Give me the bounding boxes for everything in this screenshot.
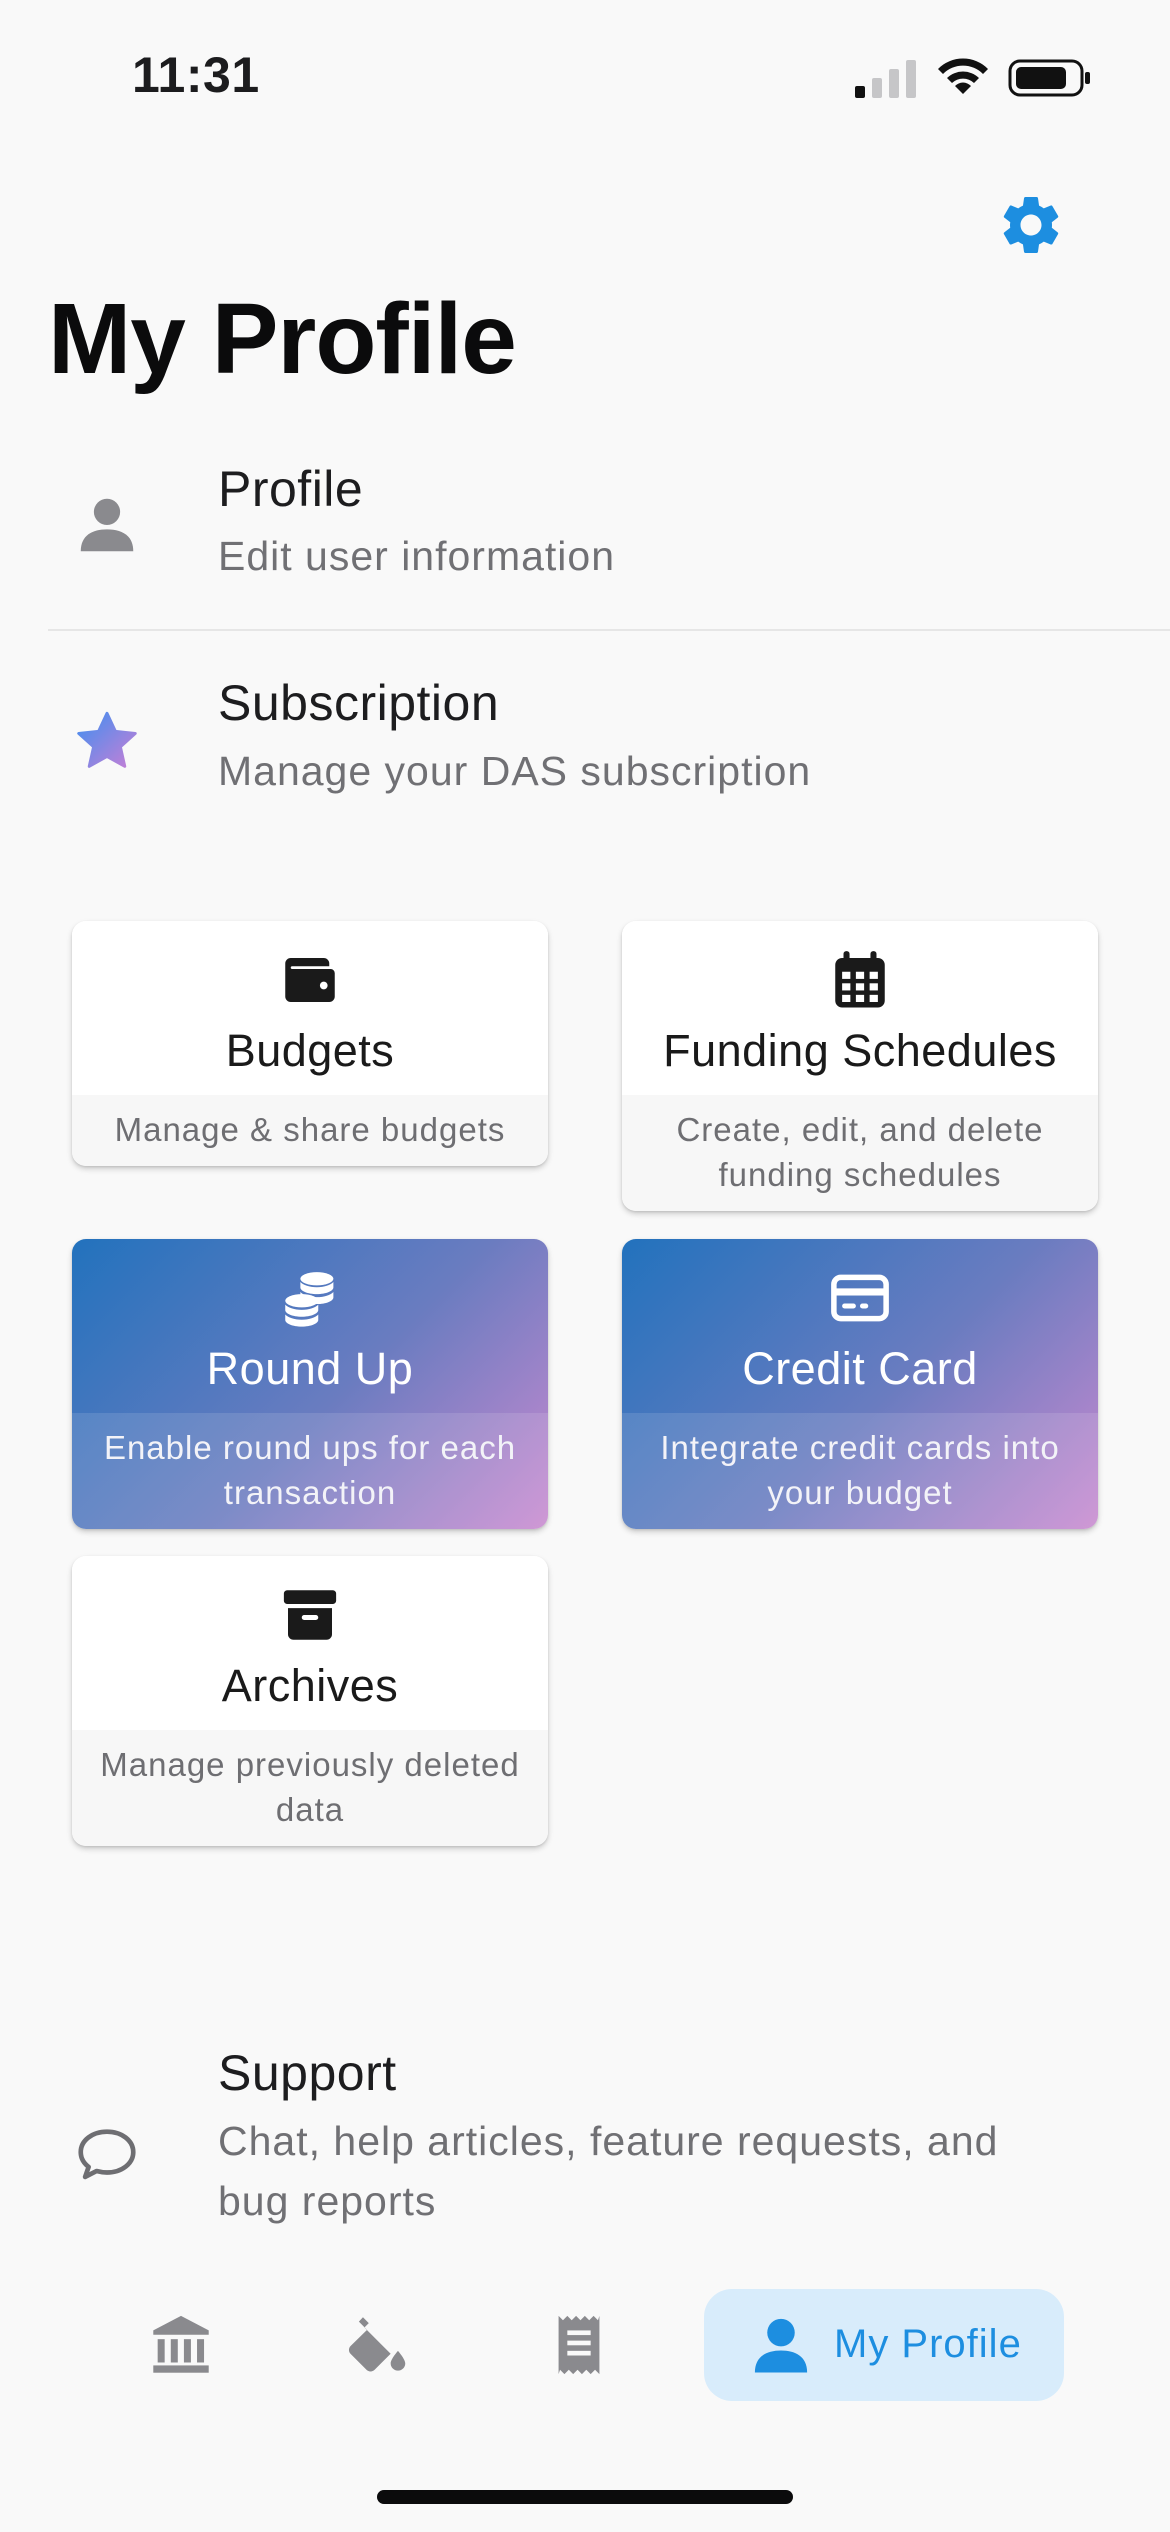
receipt-icon[interactable] bbox=[544, 2310, 614, 2380]
support-row-title: Support bbox=[218, 2045, 397, 2101]
budgets-card-subtitle: Manage & share budgets bbox=[114, 1111, 506, 1148]
wallet-icon bbox=[285, 958, 335, 1002]
subscription-row-subtitle: Manage your DAS subscription bbox=[218, 748, 812, 794]
credit-card-card-subtitle-line2: your budget bbox=[767, 1474, 953, 1511]
round-up-card-subtitle-line2: transaction bbox=[223, 1474, 397, 1511]
archives-card-subtitle-line2: data bbox=[275, 1791, 345, 1828]
archives-card-subtitle-line1: Manage previously deleted bbox=[100, 1746, 520, 1783]
page-title: My Profile bbox=[48, 283, 517, 395]
divider bbox=[48, 629, 1170, 631]
budgets-card-title: Budgets bbox=[225, 1025, 395, 1076]
credit-card-card[interactable]: Credit Card Integrate credit cards into … bbox=[622, 1239, 1098, 1529]
paint-bucket-icon[interactable] bbox=[344, 2310, 414, 2380]
bank-icon[interactable] bbox=[146, 2310, 216, 2380]
subscription-row-title: Subscription bbox=[218, 675, 500, 731]
coins-icon bbox=[285, 1272, 334, 1327]
support-row-subtitle-line2: bug reports bbox=[218, 2178, 437, 2224]
nav-tab-my-profile-label: My Profile bbox=[834, 2322, 1022, 2366]
budgets-card[interactable]: Budgets Manage & share budgets bbox=[72, 921, 548, 1166]
round-up-card-subtitle-line1: Enable round ups for each bbox=[103, 1429, 517, 1466]
support-row-subtitle-line1: Chat, help articles, feature requests, a… bbox=[218, 2118, 999, 2164]
settings-gear-icon[interactable] bbox=[996, 190, 1066, 260]
funding-schedules-card-title: Funding Schedules bbox=[663, 1025, 1057, 1076]
star-icon bbox=[77, 711, 137, 768]
battery-icon bbox=[1008, 59, 1090, 97]
subscription-row[interactable]: Subscription Manage your DAS subscriptio… bbox=[48, 660, 1170, 840]
funding-schedules-card[interactable]: Funding Schedules Create, edit, and dele… bbox=[622, 921, 1098, 1211]
credit-card-card-title: Credit Card bbox=[742, 1343, 978, 1394]
credit-card-card-subtitle-line1: Integrate credit cards into bbox=[660, 1429, 1060, 1466]
archive-box-icon bbox=[283, 1590, 337, 1640]
status-time: 11:31 bbox=[132, 47, 260, 103]
wifi-icon bbox=[938, 58, 988, 94]
person-icon bbox=[754, 2318, 808, 2373]
person-icon bbox=[80, 498, 134, 552]
home-indicator bbox=[377, 2490, 793, 2504]
support-row[interactable]: Support Chat, help articles, feature req… bbox=[48, 2030, 1170, 2240]
credit-card-icon bbox=[831, 1274, 889, 1322]
profile-row-title: Profile bbox=[218, 461, 364, 517]
archives-card-title: Archives bbox=[221, 1660, 399, 1711]
profile-row-subtitle: Edit user information bbox=[218, 533, 616, 579]
round-up-card[interactable]: Round Up Enable round ups for each trans… bbox=[72, 1239, 548, 1529]
calendar-icon bbox=[835, 951, 885, 1008]
cellular-signal-icon bbox=[855, 60, 916, 98]
profile-row[interactable]: Profile Edit user information bbox=[48, 440, 1170, 620]
archives-card[interactable]: Archives Manage previously deleted data bbox=[72, 1556, 548, 1846]
funding-schedules-card-subtitle-line2: funding schedules bbox=[718, 1156, 1002, 1193]
funding-schedules-card-subtitle-line1: Create, edit, and delete bbox=[676, 1111, 1044, 1148]
round-up-card-title: Round Up bbox=[206, 1343, 414, 1394]
chat-bubble-icon bbox=[78, 2129, 136, 2180]
